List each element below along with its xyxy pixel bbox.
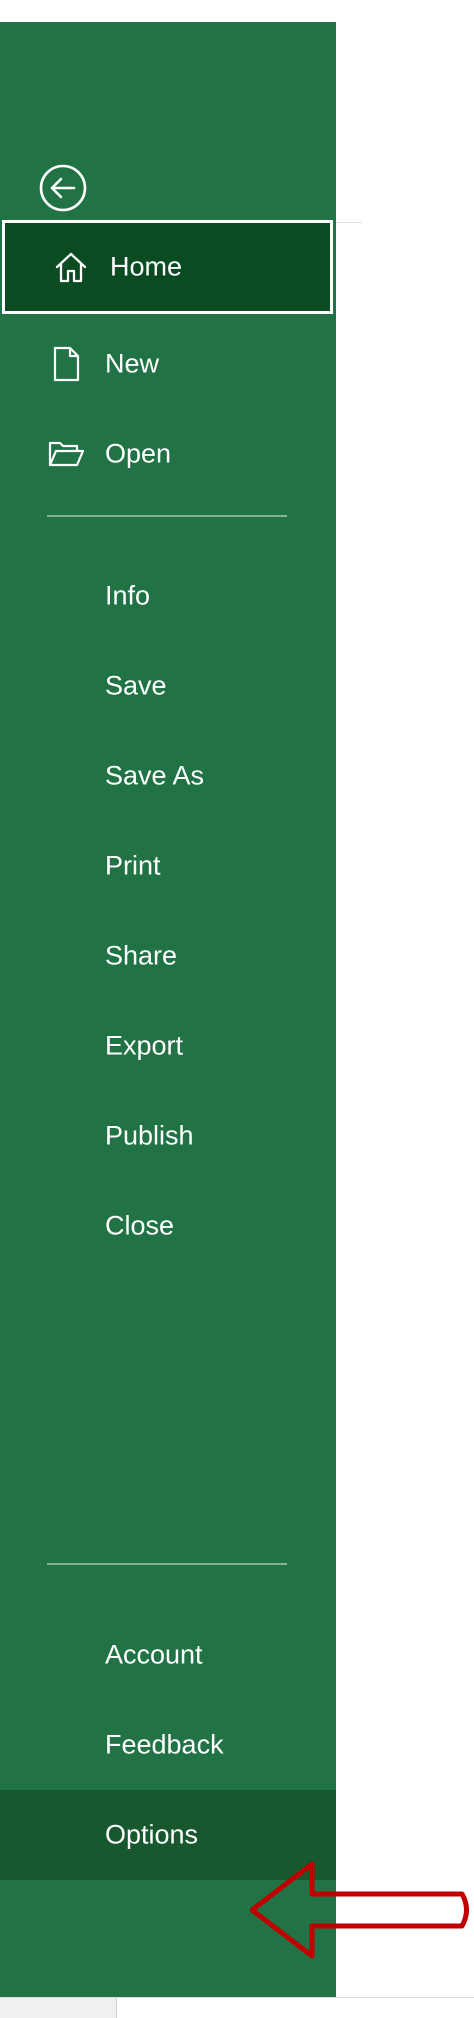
new-document-icon <box>47 345 85 383</box>
nav-item-publish[interactable]: Publish <box>0 1091 336 1181</box>
status-bar <box>0 1997 474 2018</box>
divider <box>47 1563 287 1565</box>
nav-item-label: Publish <box>105 1120 194 1151</box>
content-edge-line <box>336 222 362 223</box>
excel-backstage-screen: Home New Open Info Save Save As Print Sh… <box>0 0 474 2018</box>
nav-item-label: Account <box>105 1639 203 1670</box>
nav-item-label: Share <box>105 940 178 971</box>
nav-item-label: Export <box>105 1030 184 1061</box>
nav-item-label: Save <box>105 670 167 701</box>
nav-item-open[interactable]: Open <box>0 409 336 499</box>
nav-item-options[interactable]: Options <box>0 1790 336 1880</box>
nav-item-new[interactable]: New <box>0 319 336 409</box>
nav-item-home[interactable]: Home <box>2 220 333 314</box>
nav-item-close[interactable]: Close <box>0 1181 336 1271</box>
home-icon <box>52 248 90 286</box>
nav-item-share[interactable]: Share <box>0 911 336 1001</box>
nav-item-label: Feedback <box>105 1729 224 1760</box>
nav-item-label: New <box>105 348 160 379</box>
nav-item-label: Print <box>105 850 161 881</box>
back-arrow-circle-icon <box>39 164 87 212</box>
nav-item-label: Home <box>110 251 183 282</box>
nav-item-save[interactable]: Save <box>0 641 336 731</box>
nav-item-export[interactable]: Export <box>0 1001 336 1091</box>
open-folder-icon <box>47 435 85 473</box>
nav-item-print[interactable]: Print <box>0 821 336 911</box>
nav-item-label: Open <box>105 438 172 469</box>
backstage-sidebar: Home New Open Info Save Save As Print Sh… <box>0 22 336 1997</box>
nav-item-label: Close <box>105 1210 175 1241</box>
nav-item-info[interactable]: Info <box>0 551 336 641</box>
divider <box>47 515 287 517</box>
nav-item-label: Save As <box>105 760 205 791</box>
nav-item-feedback[interactable]: Feedback <box>0 1700 336 1790</box>
nav-item-account[interactable]: Account <box>0 1610 336 1700</box>
status-bar-segment <box>0 1998 117 2018</box>
nav-item-label: Options <box>105 1819 199 1850</box>
nav-item-label: Info <box>105 580 151 611</box>
nav-item-save-as[interactable]: Save As <box>0 731 336 821</box>
back-button[interactable] <box>38 163 88 213</box>
